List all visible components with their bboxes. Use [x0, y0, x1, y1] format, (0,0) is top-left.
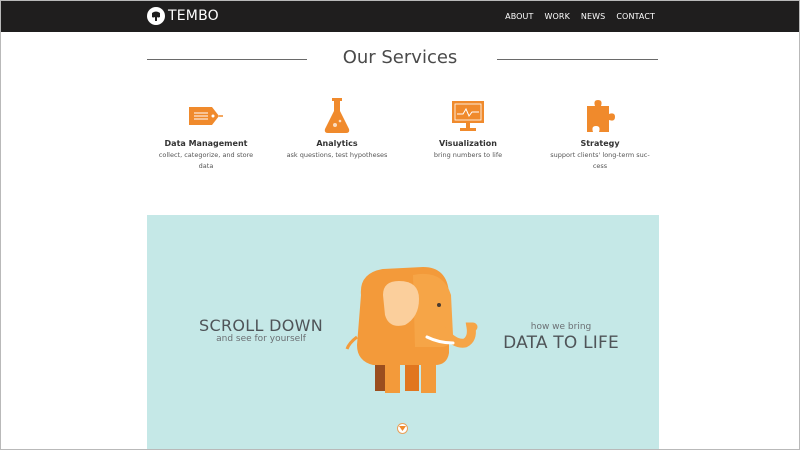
flask-icon: [272, 97, 402, 135]
service-name: Strategy: [580, 139, 620, 148]
service-description: collect, categorize, and store data: [158, 151, 254, 170]
elephant-illustration: [343, 265, 483, 399]
nav-work-link[interactable]: WORK: [545, 12, 570, 21]
nav-news-link[interactable]: NEWS: [581, 12, 605, 21]
top-navigation-bar: TEMBO ABOUT WORK NEWS CONTACT: [0, 0, 800, 32]
elephant-logo-icon: [147, 7, 165, 25]
services-title: Our Services: [342, 47, 458, 68]
service-strategy: Strategy support clients' long-term suc-…: [535, 97, 665, 172]
brand-name: TEMBO: [168, 8, 219, 24]
tag-icon: [141, 97, 271, 135]
chevron-down-icon: [399, 426, 406, 431]
scroll-down-button[interactable]: [397, 423, 408, 434]
hero-section: SCROLL DOWN and see for yourself how we …: [147, 215, 659, 450]
nav-contact-link[interactable]: CONTACT: [616, 12, 655, 21]
nav-about-link[interactable]: ABOUT: [505, 12, 533, 21]
monitor-chart-icon: [403, 97, 533, 135]
puzzle-piece-icon: [535, 97, 665, 135]
service-description: support clients' long-term suc-cess: [550, 151, 650, 170]
tembo-logo[interactable]: TEMBO: [147, 6, 219, 26]
main-nav: ABOUT WORK NEWS CONTACT: [505, 0, 655, 32]
scroll-down-subtext: and see for yourself: [216, 334, 306, 344]
scroll-down-callout: SCROLL DOWN and see for yourself: [191, 316, 331, 344]
service-data-management: Data Management collect, categorize, and…: [141, 97, 271, 172]
service-description: ask questions, test hypotheses: [286, 151, 388, 159]
service-analytics: Analytics ask questions, test hypotheses: [272, 97, 402, 161]
service-description: bring numbers to life: [433, 151, 503, 159]
service-name: Data Management: [164, 139, 248, 148]
service-name: Visualization: [439, 139, 497, 148]
scroll-down-heading: SCROLL DOWN: [199, 316, 323, 335]
service-name: Analytics: [316, 139, 358, 148]
data-to-life-heading: DATA TO LIFE: [503, 333, 619, 353]
data-to-life-callout: how we bring DATA TO LIFE: [491, 322, 631, 353]
service-visualization: Visualization bring numbers to life: [403, 97, 533, 161]
data-to-life-subtext: how we bring: [530, 322, 592, 332]
